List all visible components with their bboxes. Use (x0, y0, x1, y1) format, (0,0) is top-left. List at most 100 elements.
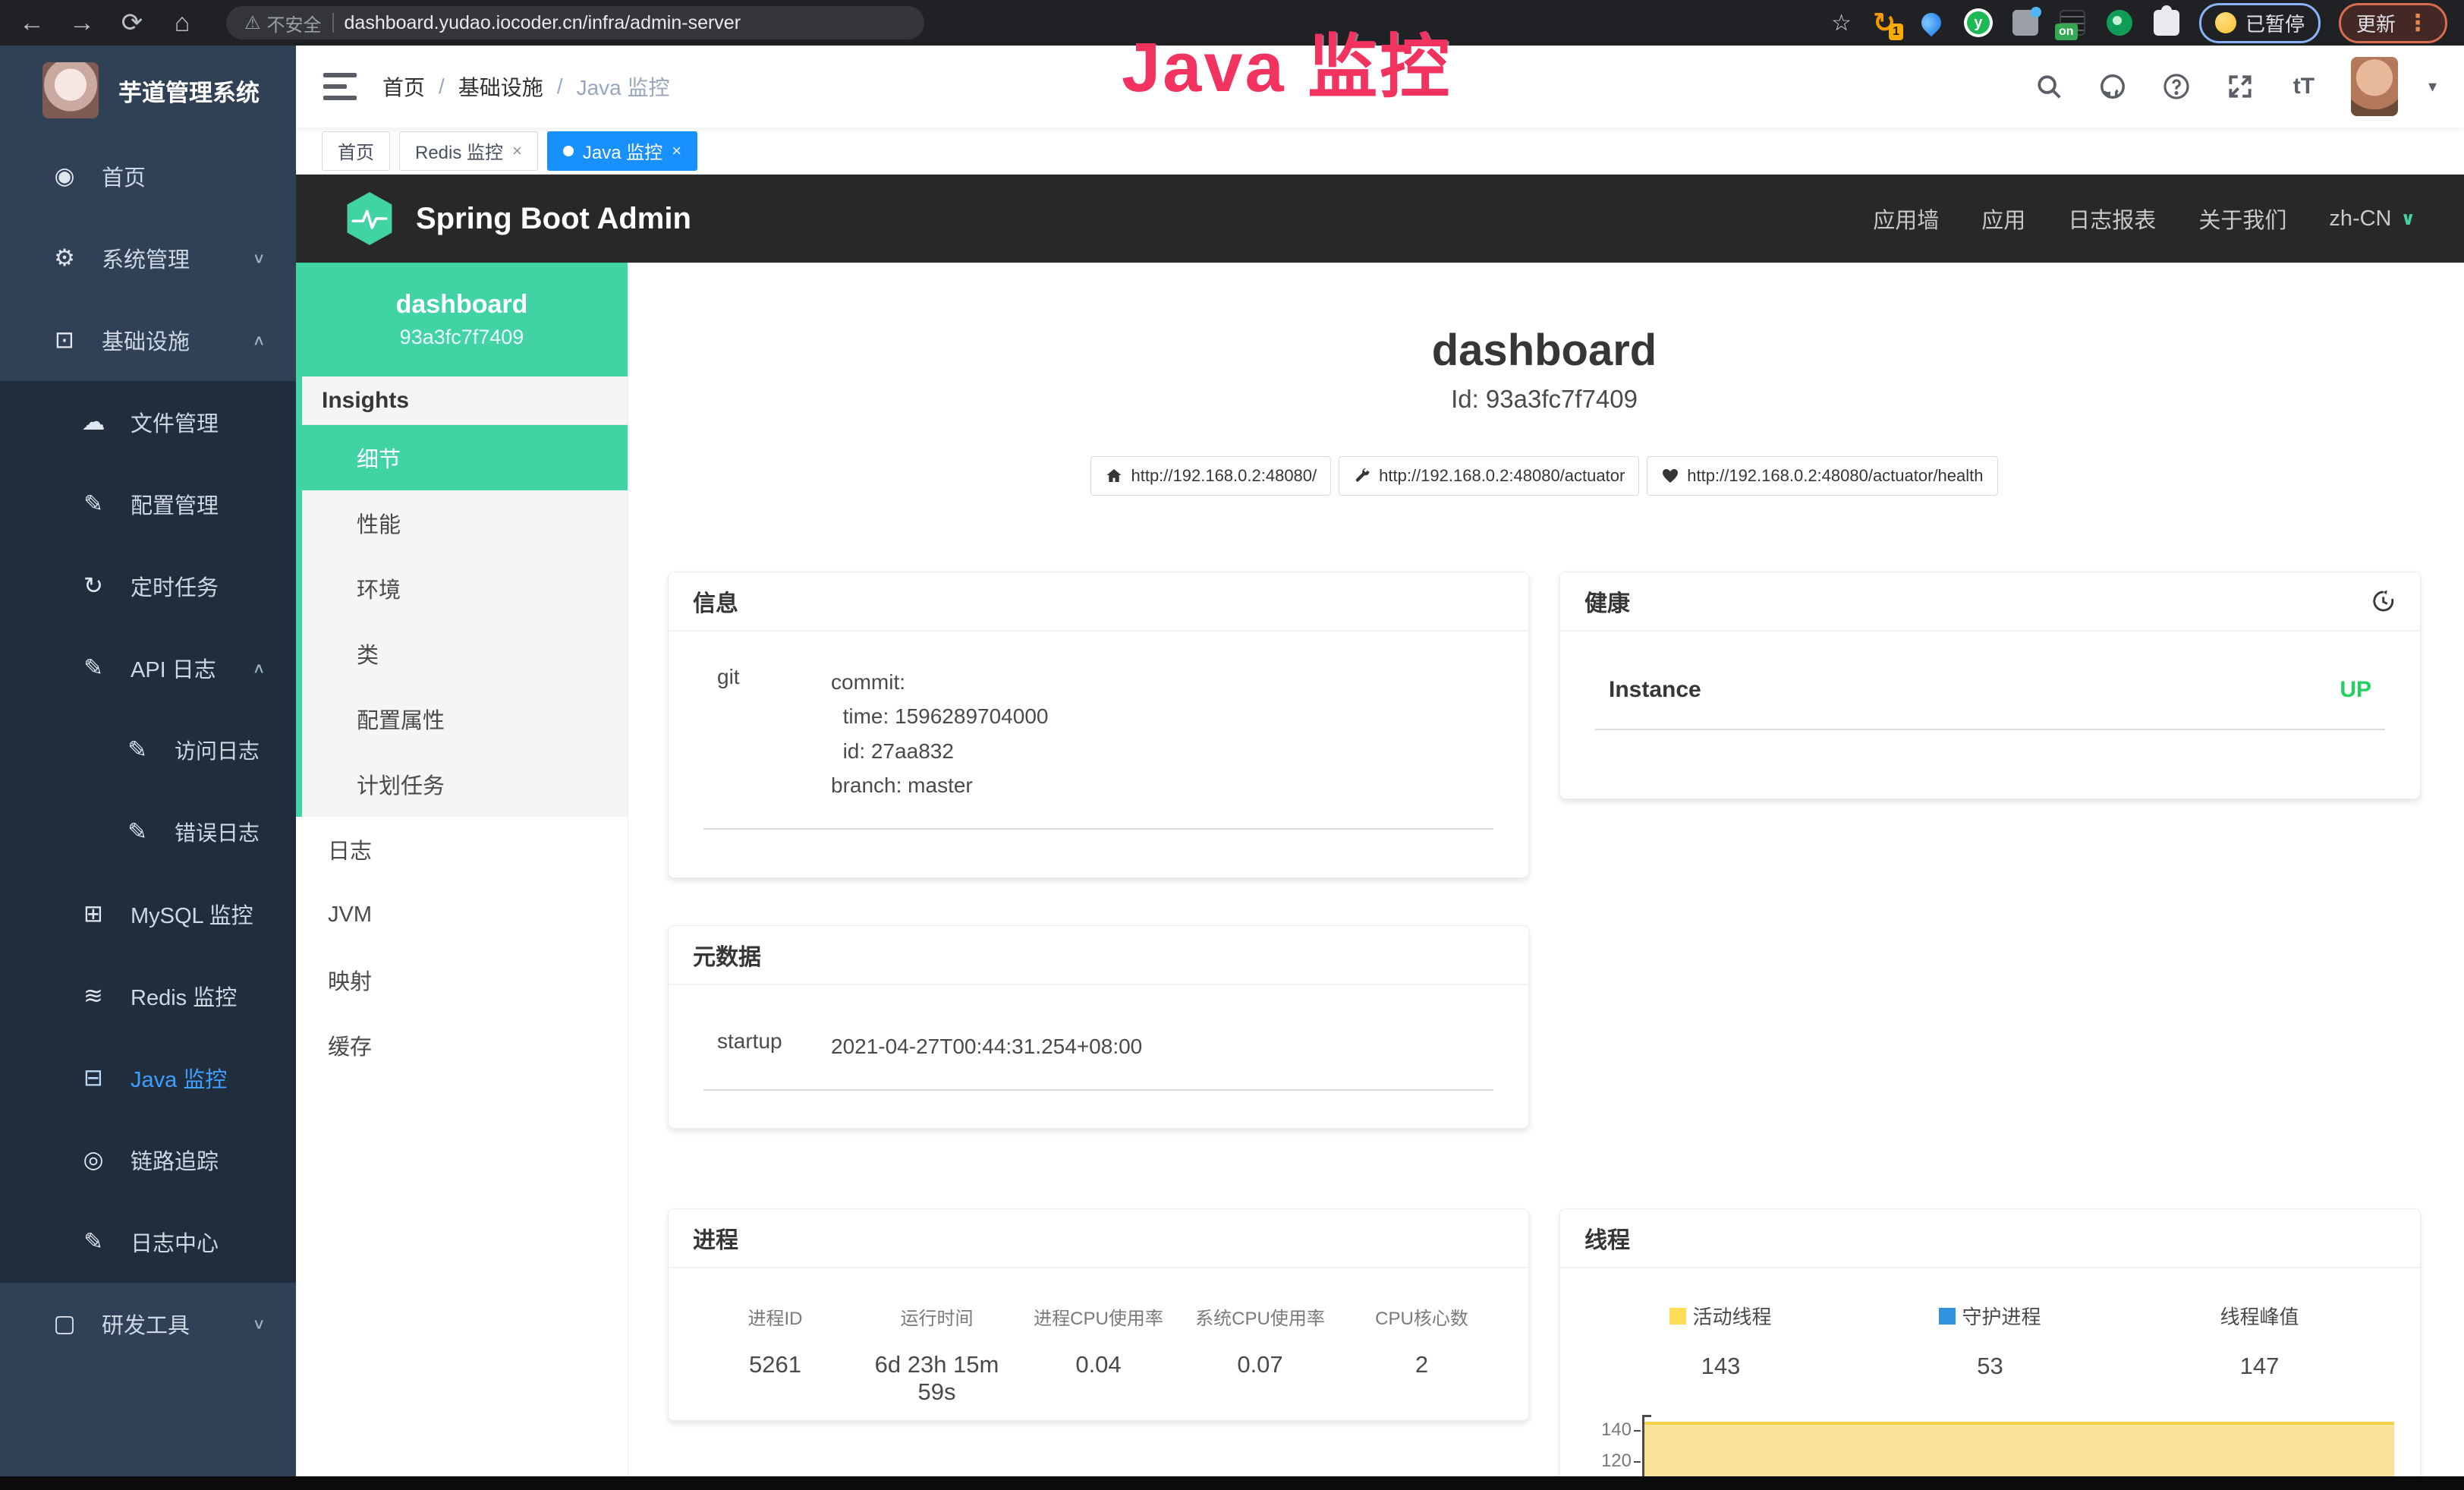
breadcrumb-home[interactable]: 首页 (382, 71, 425, 102)
sidebar-item-api-logs[interactable]: ✎ API 日志 ∧ (0, 627, 296, 709)
sba-nav-journal[interactable]: 日志报表 (2068, 203, 2156, 235)
sidebar-logo[interactable]: 芋道管理系统 (0, 46, 296, 135)
extension-leaf-icon[interactable] (2105, 8, 2134, 37)
extension-pin-icon[interactable] (1917, 8, 1946, 37)
gear-icon: ⚙ (47, 244, 82, 272)
top-navbar: 首页 / 基础设施 / Java 监控 (296, 46, 2464, 128)
paused-pill[interactable]: 已暂停 (2199, 3, 2321, 43)
infrastructure-icon: ⊡ (47, 326, 82, 354)
sba-brand[interactable]: Spring Boot Admin (345, 191, 691, 246)
instance-nav-scheduled-tasks[interactable]: 计划任务 (302, 751, 628, 817)
tab-java-monitor[interactable]: Java 监控 × (547, 131, 697, 171)
sidebar-item-scheduled-tasks[interactable]: ↻ 定时任务 (0, 545, 296, 627)
edit-icon: ✎ (120, 736, 155, 764)
user-avatar[interactable] (2351, 57, 2398, 116)
legend-live-threads: 活动线程 143 (1586, 1302, 1855, 1380)
browser-back-icon[interactable]: ← (17, 8, 47, 38)
bookmark-star-icon[interactable]: ☆ (1831, 10, 1852, 36)
edit-icon: ✎ (76, 654, 111, 682)
extension-puzzle-icon[interactable] (2152, 8, 2181, 37)
sidebar-item-mysql-monitor[interactable]: ⊞ MySQL 监控 (0, 873, 296, 955)
sidebar-item-home[interactable]: ◉ 首页 (0, 135, 296, 217)
not-secure-warning[interactable]: ⚠ 不安全 (244, 10, 322, 36)
metadata-card-title: 元数据 (669, 926, 1528, 985)
instance-nav-classes[interactable]: 类 (302, 621, 628, 686)
sba-nav-wallboard[interactable]: 应用墙 (1873, 203, 1939, 235)
sba-nav-applications[interactable]: 应用 (1981, 203, 2025, 235)
sidebar-item-access-logs[interactable]: ✎ 访问日志 (0, 709, 296, 791)
extension-grid-icon[interactable] (2011, 8, 2040, 37)
instance-nav-details[interactable]: 细节 (302, 425, 628, 490)
search-icon[interactable] (2032, 70, 2066, 103)
instance-nav-config-props[interactable]: 配置属性 (302, 686, 628, 751)
browser-url-text: dashboard.yudao.iocoder.cn/infra/admin-s… (345, 12, 741, 34)
dashboard-icon: ◉ (47, 162, 82, 190)
extension-tabs-icon[interactable]: on (2058, 8, 2087, 37)
instance-nav-logs[interactable]: 日志 (296, 817, 628, 882)
heart-icon (1661, 467, 1679, 485)
user-caret-icon[interactable]: ▾ (2428, 77, 2437, 96)
endpoint-health-button[interactable]: http://192.168.0.2:48080/actuator/health (1647, 456, 1997, 496)
sidebar: 芋道管理系统 ◉ 首页 ⚙ 系统管理 ∨ ⊡ 基础设施 ∧ (0, 46, 296, 1490)
instance-sidebar: dashboard 93a3fc7f7409 Insights 细节 性能 环境… (296, 263, 628, 1490)
browser-url-bar[interactable]: ⚠ 不安全 dashboard.yudao.iocoder.cn/infra/a… (226, 6, 924, 39)
process-col-uptime: 运行时间 6d 23h 15m 59s (856, 1303, 1018, 1406)
sidebar-item-dev-tools[interactable]: ▢ 研发工具 ∨ (0, 1283, 296, 1365)
metadata-card: 元数据 startup 2021-04-27T00:44:31.254+08:0… (668, 925, 1529, 1129)
help-icon[interactable] (2160, 70, 2193, 103)
browser-menu-icon[interactable]: ⋮ (2406, 10, 2430, 36)
sidebar-item-error-logs[interactable]: ✎ 错误日志 (0, 791, 296, 873)
history-icon[interactable] (2370, 588, 2396, 614)
sba-header: Spring Boot Admin 应用墙 应用 日志报表 关于我们 zh-CN… (296, 175, 2464, 263)
instance-header[interactable]: dashboard 93a3fc7f7409 (296, 263, 628, 376)
tab-redis-monitor[interactable]: Redis 监控 × (399, 131, 538, 171)
wrench-icon (1353, 467, 1371, 485)
info-key: git (694, 665, 831, 802)
sidebar-item-system-management[interactable]: ⚙ 系统管理 ∨ (0, 217, 296, 299)
health-card: 健康 Instance UP (1559, 572, 2421, 799)
instance-nav-bottom: 日志 JVM 映射 缓存 (296, 817, 628, 1078)
sba-language-select[interactable]: zh-CN ∨ (2329, 206, 2415, 232)
sba-nav: 应用墙 应用 日志报表 关于我们 zh-CN ∨ (1873, 203, 2415, 235)
page-subtitle: Id: 93a3fc7f7409 (668, 385, 2421, 414)
extension-y-icon[interactable]: y (1964, 8, 1993, 37)
endpoint-home-button[interactable]: http://192.168.0.2:48080/ (1090, 456, 1331, 496)
instance-nav-jvm[interactable]: JVM (296, 882, 628, 947)
sidebar-item-file-management[interactable]: ☁ 文件管理 (0, 381, 296, 463)
endpoint-actuator-button[interactable]: http://192.168.0.2:48080/actuator (1339, 456, 1639, 496)
sba-nav-about[interactable]: 关于我们 (2198, 203, 2286, 235)
github-icon[interactable] (2096, 70, 2129, 103)
browser-reload-icon[interactable]: ⟳ (117, 8, 147, 38)
hamburger-icon[interactable] (323, 73, 357, 100)
instance-nav-caches[interactable]: 缓存 (296, 1013, 628, 1078)
sidebar-item-log-center[interactable]: ✎ 日志中心 (0, 1201, 296, 1283)
instance-nav-mappings[interactable]: 映射 (296, 947, 628, 1013)
fullscreen-icon[interactable] (2223, 70, 2257, 103)
breadcrumb-infrastructure[interactable]: 基础设施 (458, 71, 543, 102)
health-instance-label: Instance (1609, 677, 1701, 703)
main-panel: dashboard Id: 93a3fc7f7409 http://192.16… (628, 263, 2464, 1490)
toolbox-icon: ▢ (47, 1310, 82, 1337)
sidebar-item-redis-monitor[interactable]: ≋ Redis 监控 (0, 955, 296, 1037)
sidebar-submenu-infrastructure: ☁ 文件管理 ✎ 配置管理 ↻ 定时任务 ✎ API 日志 ∧ (0, 381, 296, 1283)
insights-group-title: Insights (302, 376, 628, 425)
close-icon[interactable]: × (512, 141, 522, 161)
sidebar-item-infrastructure[interactable]: ⊡ 基础设施 ∧ (0, 299, 296, 381)
sidebar-item-config-management[interactable]: ✎ 配置管理 (0, 463, 296, 545)
browser-update-button[interactable]: 更新 ⋮ (2339, 3, 2447, 43)
divider (703, 828, 1493, 830)
instance-nav-environment[interactable]: 环境 (302, 556, 628, 621)
browser-forward-icon[interactable]: → (67, 8, 97, 38)
extension-refresh-icon[interactable]: ↻ 1 (1870, 8, 1899, 37)
edit-icon: ✎ (120, 818, 155, 846)
instance-nav-metrics[interactable]: 性能 (302, 490, 628, 556)
browser-home-icon[interactable]: ⌂ (167, 8, 197, 38)
font-size-icon[interactable]: tT (2287, 70, 2321, 103)
divider (703, 1089, 1493, 1091)
active-dot-icon (563, 146, 574, 156)
sidebar-item-java-monitor[interactable]: ⊟ Java 监控 (0, 1037, 296, 1119)
close-icon[interactable]: × (672, 141, 681, 161)
tab-home[interactable]: 首页 (322, 131, 390, 171)
breadcrumb-current: Java 监控 (577, 71, 670, 102)
sidebar-item-tracing[interactable]: ◎ 链路追踪 (0, 1119, 296, 1201)
